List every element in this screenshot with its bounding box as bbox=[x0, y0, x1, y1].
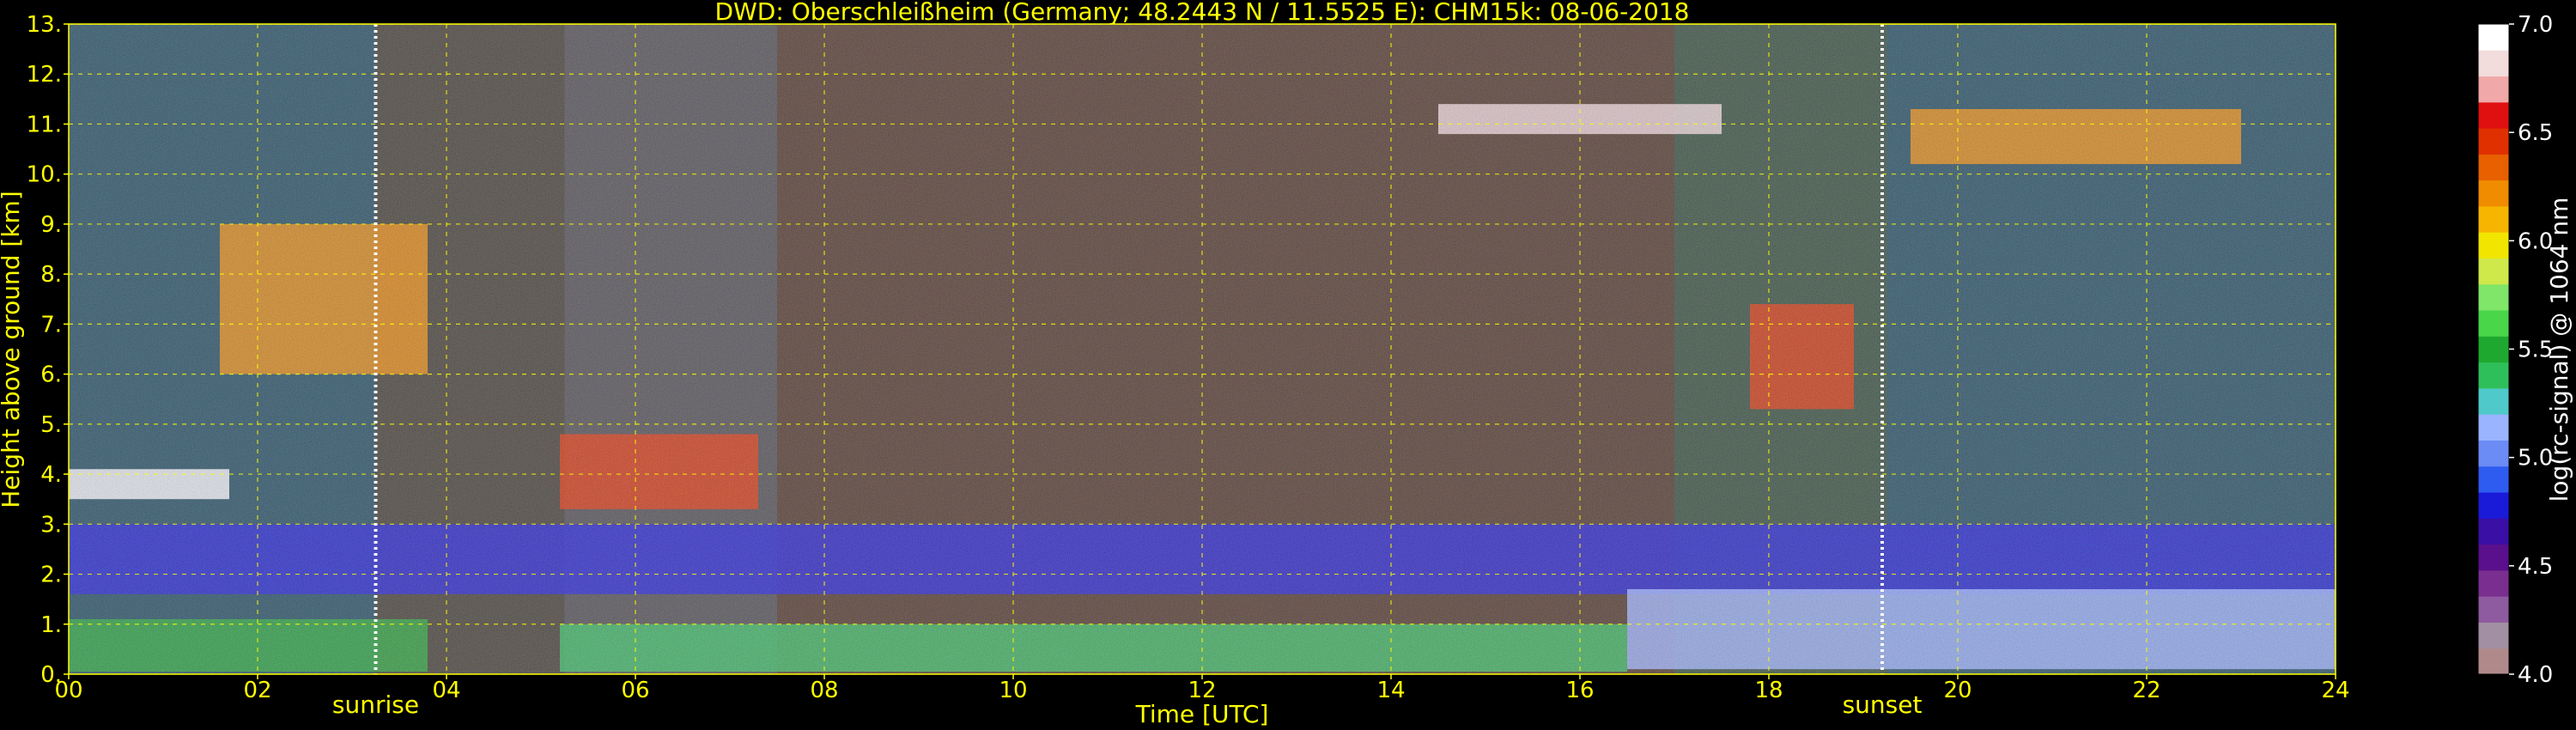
colorbar-step bbox=[2478, 310, 2509, 337]
x-tick-label: 04 bbox=[432, 678, 460, 703]
y-tick-label: 1. bbox=[40, 612, 62, 638]
x-axis-label: Time [UTC] bbox=[1135, 700, 1269, 728]
colorbar-step bbox=[2478, 50, 2509, 77]
colorbar-step bbox=[2478, 387, 2509, 415]
colorbar-step bbox=[2478, 569, 2509, 597]
colorbar-step bbox=[2478, 179, 2509, 207]
y-tick-label: 10. bbox=[27, 162, 62, 188]
colorbar-step bbox=[2478, 283, 2509, 311]
colorbar-step bbox=[2478, 258, 2509, 285]
y-tick-label: 8. bbox=[40, 262, 62, 288]
x-tick-label: 02 bbox=[243, 678, 271, 703]
x-tick-label: 18 bbox=[1754, 678, 1783, 703]
colorbar-step bbox=[2478, 648, 2509, 675]
colorbar-step bbox=[2478, 414, 2509, 441]
x-tick-label: 08 bbox=[810, 678, 838, 703]
colorbar-step bbox=[2478, 465, 2509, 493]
y-tick-label: 7. bbox=[40, 312, 62, 338]
x-tick-label: 06 bbox=[621, 678, 649, 703]
y-axis-ticks: 0. 1. 2. 3. 4. 5. 6. 7. 8. 9. 10. 11. 12. 13. bbox=[27, 12, 69, 688]
colorbar-step bbox=[2478, 232, 2509, 259]
colorbar-step bbox=[2478, 205, 2509, 233]
y-tick-label: 3. bbox=[40, 512, 62, 538]
colorbar-step bbox=[2478, 101, 2509, 129]
colorbar: 4.04.55.05.56.06.57.0 log(rc-signal) @ 1… bbox=[2477, 12, 2573, 688]
x-tick-label: 22 bbox=[2132, 678, 2160, 703]
colorbar-step bbox=[2478, 518, 2509, 545]
x-tick-label: 10 bbox=[999, 678, 1027, 703]
y-tick-label: 13. bbox=[27, 12, 62, 38]
y-tick-label: 6. bbox=[40, 362, 62, 388]
colorbar-step bbox=[2478, 24, 2509, 51]
colorbar-step bbox=[2478, 544, 2509, 571]
x-tick-label: 14 bbox=[1376, 678, 1405, 703]
x-tick-label: 20 bbox=[1943, 678, 1971, 703]
event-labels: sunrise sunset bbox=[332, 690, 1923, 719]
colorbar-step bbox=[2478, 336, 2509, 363]
colorbar-step bbox=[2478, 362, 2509, 389]
y-axis-label: Height above ground [km] bbox=[0, 191, 25, 508]
y-tick-label: 11. bbox=[27, 112, 62, 137]
y-tick-label: 5. bbox=[40, 412, 62, 438]
y-tick-label: 0. bbox=[40, 662, 62, 688]
y-tick-label: 9. bbox=[40, 212, 62, 238]
colorbar-tick-label: 7.0 bbox=[2518, 12, 2553, 38]
colorbar-step bbox=[2478, 492, 2509, 519]
colorbar-step bbox=[2478, 128, 2509, 155]
y-tick-label: 2. bbox=[40, 563, 62, 588]
sunset-label: sunset bbox=[1843, 690, 1923, 719]
sunrise-label: sunrise bbox=[332, 690, 419, 719]
colorbar-step bbox=[2478, 622, 2509, 649]
colorbar-step bbox=[2478, 596, 2509, 623]
colorbar-step bbox=[2478, 154, 2509, 181]
colorbar-tick-label: 6.5 bbox=[2518, 120, 2553, 146]
colorbar-label: log(rc-signal) @ 1064 nm bbox=[2545, 198, 2573, 502]
y-tick-label: 4. bbox=[40, 462, 62, 488]
colorbar-steps bbox=[2478, 24, 2509, 675]
y-tick-label: 12. bbox=[27, 62, 62, 88]
colorbar-step bbox=[2478, 76, 2509, 103]
colorbar-tick-label: 4.0 bbox=[2518, 662, 2553, 688]
chart-title: DWD: Oberschleißheim (Germany; 48.2443 N… bbox=[715, 0, 1690, 26]
colorbar-tick-label: 4.5 bbox=[2518, 554, 2553, 580]
colorbar-step bbox=[2478, 440, 2509, 467]
plot-area bbox=[69, 24, 2336, 674]
x-tick-label: 24 bbox=[2321, 678, 2349, 703]
x-tick-label: 16 bbox=[1565, 678, 1594, 703]
ceilometer-figure: DWD: Oberschleißheim (Germany; 48.2443 N… bbox=[0, 0, 2573, 728]
